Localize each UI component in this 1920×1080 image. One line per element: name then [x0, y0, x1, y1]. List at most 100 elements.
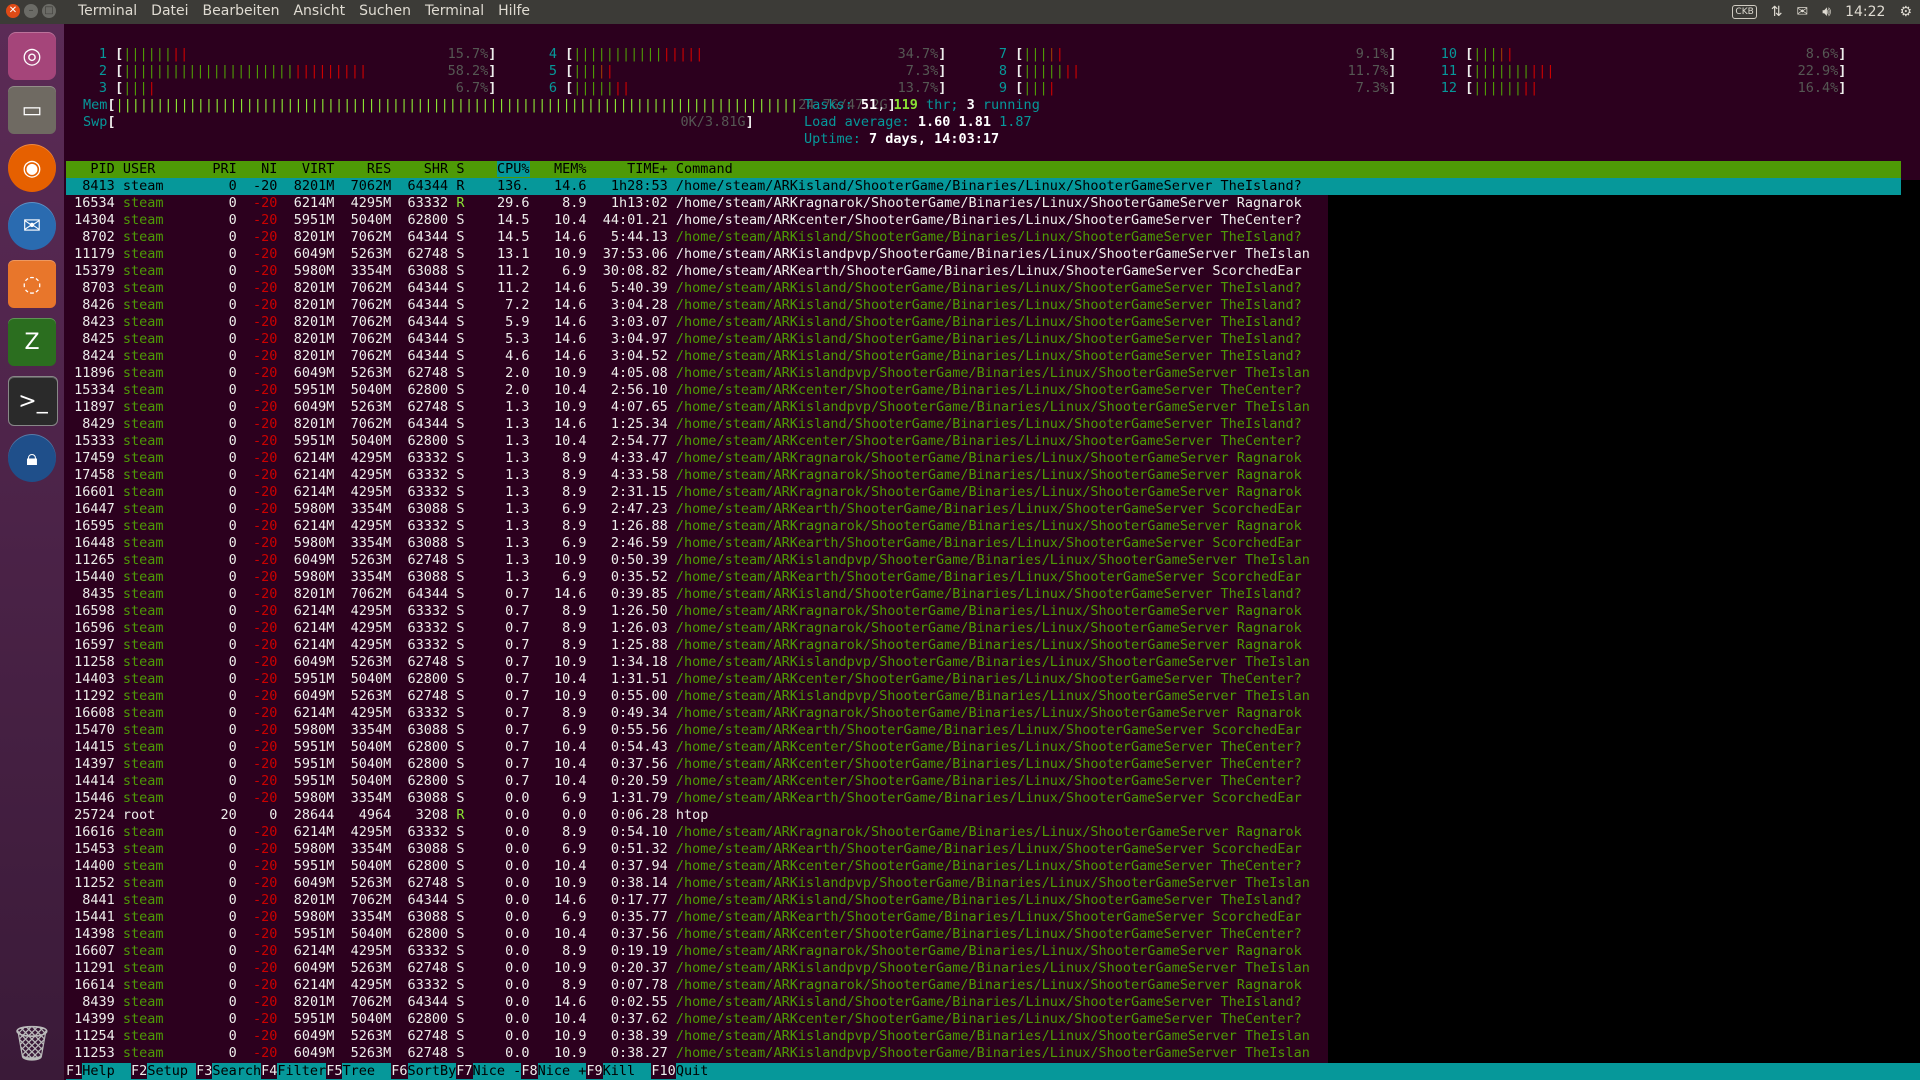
software-icon[interactable]: ◌ — [8, 260, 56, 308]
process-row[interactable]: 11292 steam 0 -20 6049M 5263M 62748 S 0.… — [66, 688, 1328, 705]
mail-icon[interactable]: ✉ — [1797, 4, 1809, 20]
process-row[interactable]: 16607 steam 0 -20 6214M 4295M 63332 S 0.… — [66, 943, 1328, 960]
fkey-f9[interactable]: F9Kill — [586, 1063, 651, 1079]
column-header-user[interactable]: USER — [123, 161, 156, 177]
process-row[interactable]: 8439 steam 0 -20 8201M 7062M 64344 S 0.0… — [66, 994, 1328, 1011]
process-row[interactable]: 16608 steam 0 -20 6214M 4295M 63332 S 0.… — [66, 705, 1328, 722]
process-row[interactable]: 15453 steam 0 -20 5980M 3354M 63088 S 0.… — [66, 841, 1328, 858]
firefox-icon[interactable]: ◉ — [8, 144, 56, 192]
process-row[interactable]: 8423 steam 0 -20 8201M 7062M 64344 S 5.9… — [66, 314, 1328, 331]
menu-item-datei[interactable]: Datei — [144, 3, 195, 19]
settings-gear-icon[interactable]: ⚙ — [1899, 4, 1912, 20]
fkey-f6[interactable]: F6SortBy — [391, 1063, 456, 1079]
trash-icon[interactable]: 🗑︎ — [8, 1020, 56, 1068]
process-row[interactable]: 16447 steam 0 -20 5980M 3354M 63088 S 1.… — [66, 501, 1328, 518]
process-row[interactable]: 11291 steam 0 -20 6049M 5263M 62748 S 0.… — [66, 960, 1328, 977]
process-row[interactable]: 14398 steam 0 -20 5951M 5040M 62800 S 0.… — [66, 926, 1328, 943]
network-icon[interactable]: ⇅ — [1771, 4, 1783, 20]
process-row[interactable]: 11253 steam 0 -20 6049M 5263M 62748 S 0.… — [66, 1045, 1328, 1062]
process-row[interactable]: 14399 steam 0 -20 5951M 5040M 62800 S 0.… — [66, 1011, 1328, 1028]
process-row[interactable]: 8703 steam 0 -20 8201M 7062M 64344 S 11.… — [66, 280, 1328, 297]
fkey-f2[interactable]: F2Setup — [131, 1063, 196, 1079]
process-row[interactable]: 15440 steam 0 -20 5980M 3354M 63088 S 1.… — [66, 569, 1328, 586]
process-row[interactable]: 11254 steam 0 -20 6049M 5263M 62748 S 0.… — [66, 1028, 1328, 1045]
process-row[interactable]: 8425 steam 0 -20 8201M 7062M 64344 S 5.3… — [66, 331, 1328, 348]
menu-item-suchen[interactable]: Suchen — [352, 3, 418, 19]
process-row[interactable]: 14304 steam 0 -20 5951M 5040M 62800 S 14… — [66, 212, 1328, 229]
thunderbird-icon[interactable]: ✉ — [8, 202, 56, 250]
ubuntu-dash-icon[interactable]: ◎ — [8, 32, 56, 80]
process-row[interactable]: 8435 steam 0 -20 8201M 7062M 64344 S 0.7… — [66, 586, 1328, 603]
process-row[interactable]: 11897 steam 0 -20 6049M 5263M 62748 S 1.… — [66, 399, 1328, 416]
fkey-f3[interactable]: F3Search — [196, 1063, 261, 1079]
fkey-f8[interactable]: F8Nice + — [521, 1063, 586, 1079]
process-table-header[interactable]: PID USER PRI NI VIRT RES SHR S CPU% MEM%… — [66, 161, 1901, 178]
process-row[interactable]: 16448 steam 0 -20 5980M 3354M 63088 S 1.… — [66, 535, 1328, 552]
process-row[interactable]: 15446 steam 0 -20 5980M 3354M 63088 S 0.… — [66, 790, 1328, 807]
process-row[interactable]: 17459 steam 0 -20 6214M 4295M 63332 S 1.… — [66, 450, 1328, 467]
fkey-f1[interactable]: F1Help — [66, 1063, 131, 1079]
keyboard-indicator[interactable]: CKB — [1732, 5, 1757, 19]
column-header-time[interactable]: TIME+ — [627, 161, 668, 177]
process-row[interactable]: 15333 steam 0 -20 5951M 5040M 62800 S 1.… — [66, 433, 1328, 450]
process-row[interactable]: 15441 steam 0 -20 5980M 3354M 63088 S 0.… — [66, 909, 1328, 926]
process-row[interactable]: 8429 steam 0 -20 8201M 7062M 64344 S 1.3… — [66, 416, 1328, 433]
process-row[interactable]: 8413 steam 0 -20 8201M 7062M 64344 R 136… — [66, 178, 1901, 195]
clock[interactable]: 14:22 — [1845, 4, 1885, 20]
process-row[interactable]: 16597 steam 0 -20 6214M 4295M 63332 S 0.… — [66, 637, 1328, 654]
process-row[interactable]: 8424 steam 0 -20 8201M 7062M 64344 S 4.6… — [66, 348, 1328, 365]
process-row[interactable]: 17458 steam 0 -20 6214M 4295M 63332 S 1.… — [66, 467, 1328, 484]
column-header-shr[interactable]: SHR — [424, 161, 448, 177]
column-header-pid[interactable]: PID — [90, 161, 114, 177]
column-header-res[interactable]: RES — [367, 161, 391, 177]
menu-item-hilfe[interactable]: Hilfe — [491, 3, 537, 19]
process-row[interactable]: 15334 steam 0 -20 5951M 5040M 62800 S 2.… — [66, 382, 1328, 399]
process-row[interactable]: 16614 steam 0 -20 6214M 4295M 63332 S 0.… — [66, 977, 1328, 994]
volume-icon[interactable]: 🔊︎ — [1822, 4, 1831, 20]
menu-item-terminal[interactable]: Terminal — [418, 3, 491, 19]
process-row[interactable]: 14415 steam 0 -20 5951M 5040M 62800 S 0.… — [66, 739, 1328, 756]
process-row[interactable]: 15470 steam 0 -20 5980M 3354M 63088 S 0.… — [66, 722, 1328, 739]
process-row[interactable]: 14400 steam 0 -20 5951M 5040M 62800 S 0.… — [66, 858, 1328, 875]
minimize-window-button[interactable]: – — [24, 4, 38, 18]
column-header-virt[interactable]: VIRT — [302, 161, 335, 177]
column-header-mem[interactable]: MEM% — [554, 161, 587, 177]
process-row[interactable]: 11258 steam 0 -20 6049M 5263M 62748 S 0.… — [66, 654, 1328, 671]
menu-item-bearbeiten[interactable]: Bearbeiten — [196, 3, 287, 19]
process-row[interactable]: 16596 steam 0 -20 6214M 4295M 63332 S 0.… — [66, 620, 1328, 637]
process-row[interactable]: 16595 steam 0 -20 6214M 4295M 63332 S 1.… — [66, 518, 1328, 535]
process-row[interactable]: 16616 steam 0 -20 6214M 4295M 63332 S 0.… — [66, 824, 1328, 841]
process-row[interactable]: 15379 steam 0 -20 5980M 3354M 63088 S 11… — [66, 263, 1328, 280]
process-row[interactable]: 11265 steam 0 -20 6049M 5263M 62748 S 1.… — [66, 552, 1328, 569]
process-row[interactable]: 14414 steam 0 -20 5951M 5040M 62800 S 0.… — [66, 773, 1328, 790]
process-row[interactable]: 16534 steam 0 -20 6214M 4295M 63332 R 29… — [66, 195, 1328, 212]
fkey-f5[interactable]: F5Tree — [326, 1063, 391, 1079]
terminal-window[interactable]: 1 [|||||||| 15.7%] 2 [||||||||||||||||||||… — [64, 24, 1920, 1080]
column-header-pri[interactable]: PRI — [212, 161, 236, 177]
process-row[interactable]: 8426 steam 0 -20 8201M 7062M 64344 S 7.2… — [66, 297, 1328, 314]
lock-icon[interactable]: 🔒︎ — [8, 434, 56, 482]
close-window-button[interactable]: ✕ — [6, 4, 20, 18]
process-row[interactable]: 14403 steam 0 -20 5951M 5040M 62800 S 0.… — [66, 671, 1328, 688]
column-header-ni[interactable]: NI — [261, 161, 277, 177]
process-row[interactable]: 14397 steam 0 -20 5951M 5040M 62800 S 0.… — [66, 756, 1328, 773]
menu-item-ansicht[interactable]: Ansicht — [286, 3, 352, 19]
fkey-f4[interactable]: F4Filter — [261, 1063, 326, 1079]
process-row[interactable]: 11179 steam 0 -20 6049M 5263M 62748 S 13… — [66, 246, 1328, 263]
files-icon[interactable]: ▭ — [8, 86, 56, 134]
column-header-command[interactable]: Command — [676, 161, 733, 177]
process-row[interactable]: 16598 steam 0 -20 6214M 4295M 63332 S 0.… — [66, 603, 1328, 620]
process-row[interactable]: 11252 steam 0 -20 6049M 5263M 62748 S 0.… — [66, 875, 1328, 892]
column-header-cpu[interactable]: CPU% — [497, 161, 530, 177]
filezilla-icon[interactable]: Z — [8, 318, 56, 366]
menu-item-terminal[interactable]: Terminal — [71, 3, 144, 19]
process-row[interactable]: 8441 steam 0 -20 8201M 7062M 64344 S 0.0… — [66, 892, 1328, 909]
column-header-s[interactable]: S — [456, 161, 464, 177]
maximize-window-button[interactable]: □ — [42, 4, 56, 18]
process-row[interactable]: 8702 steam 0 -20 8201M 7062M 64344 S 14.… — [66, 229, 1328, 246]
fkey-f10[interactable]: F10Quit — [651, 1063, 708, 1079]
process-row[interactable]: 11896 steam 0 -20 6049M 5263M 62748 S 2.… — [66, 365, 1328, 382]
fkey-f7[interactable]: F7Nice - — [456, 1063, 521, 1079]
process-row[interactable]: 16601 steam 0 -20 6214M 4295M 63332 S 1.… — [66, 484, 1328, 501]
process-row[interactable]: 25724 root 20 0 28644 4964 3208 R 0.0 0.… — [66, 807, 1328, 824]
